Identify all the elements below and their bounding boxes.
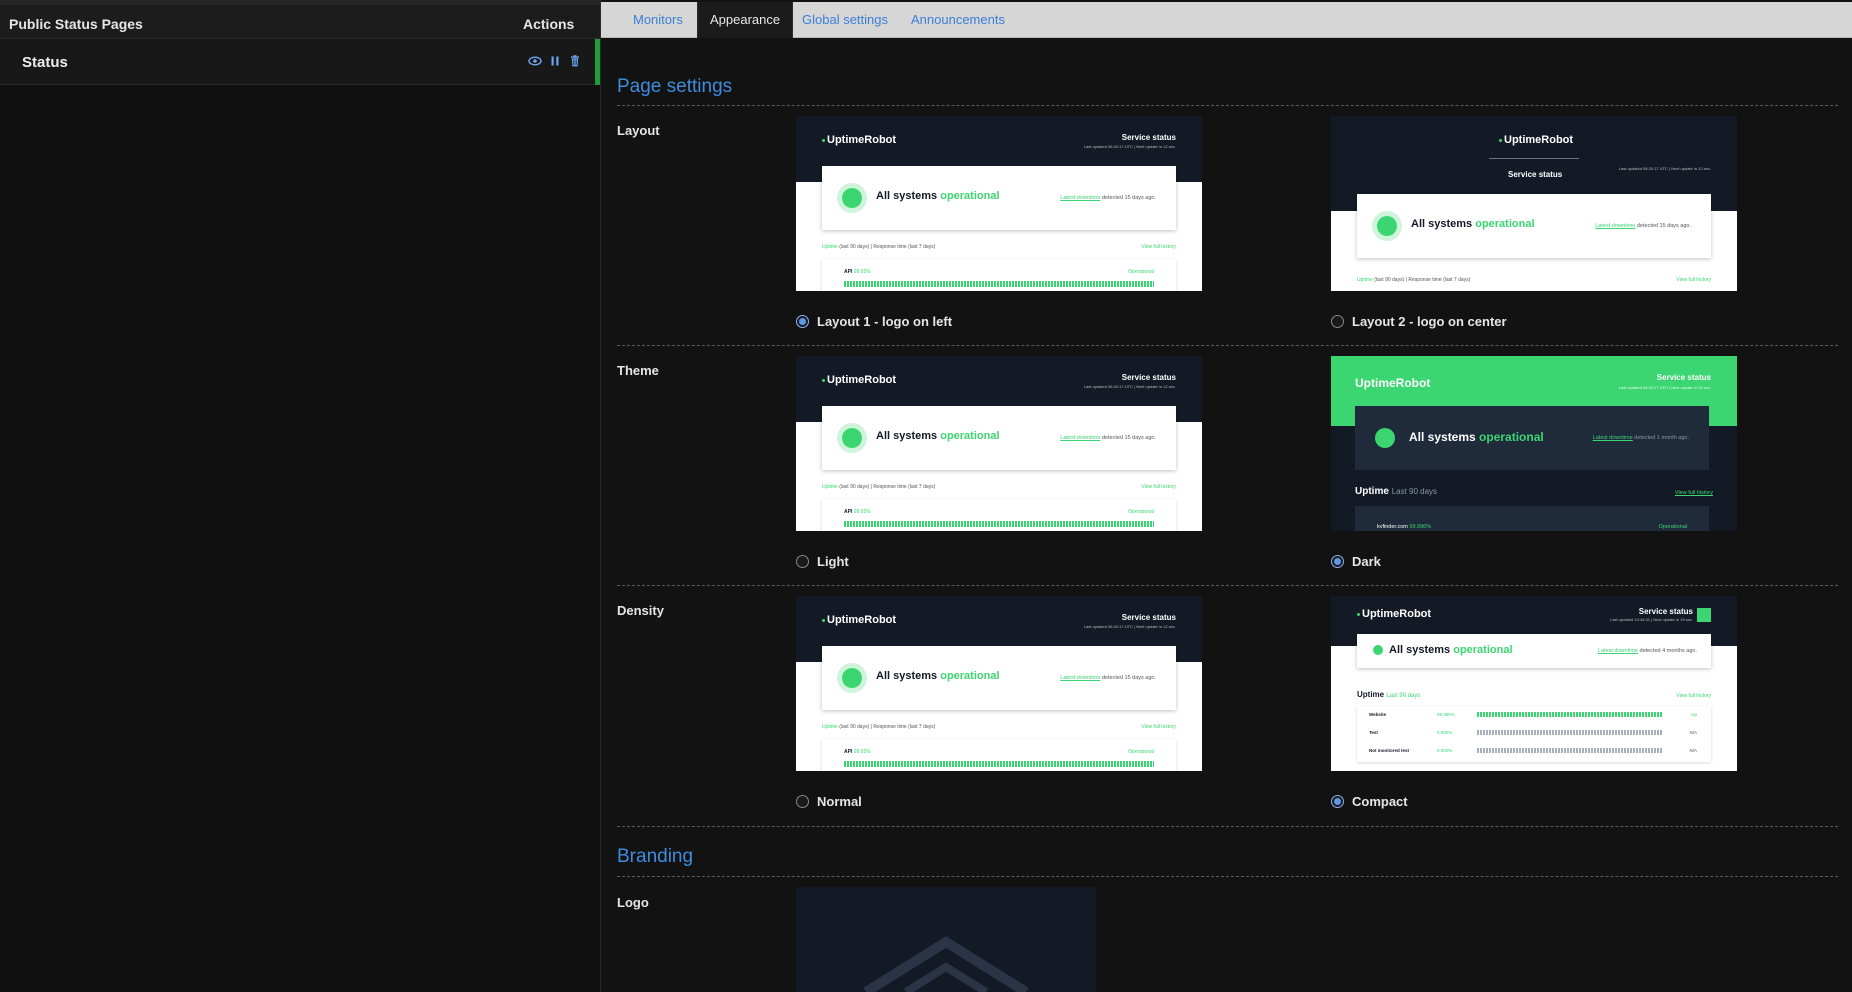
logo-upload-area[interactable] (796, 887, 1096, 992)
density-compact-radio[interactable] (1331, 795, 1344, 808)
tab-appearance[interactable]: Appearance (697, 2, 794, 38)
actions-header: Actions (523, 16, 575, 32)
section-divider (617, 585, 1838, 586)
status-dot-icon (842, 188, 862, 208)
layout-1-preview[interactable]: UptimeRobot Service status Last updated … (796, 116, 1202, 291)
density-normal-label: Normal (817, 794, 862, 809)
preview-last-updated: Last updated 08:20:17 UTC | Next update … (1083, 144, 1176, 149)
status-page-row[interactable]: Status (0, 39, 600, 85)
theme-light-label: Light (817, 554, 849, 569)
layout-1-radio[interactable] (796, 315, 809, 328)
theme-light-preview[interactable]: UptimeRobot Service status Last updated … (796, 356, 1202, 531)
layout-2-label: Layout 2 - logo on center (1352, 314, 1507, 329)
page-settings-title: Page settings (617, 76, 733, 97)
density-compact-preview[interactable]: UptimeRobot Service status Last updated … (1331, 596, 1737, 771)
theme-dark-label: Dark (1352, 554, 1381, 569)
section-divider (617, 876, 1838, 877)
layout-1-label: Layout 1 - logo on left (817, 314, 953, 329)
theme-dark-preview[interactable]: UptimeRobot Service status Last updated … (1331, 356, 1737, 531)
status-pages-panel: Public Status Pages Actions Status (0, 0, 601, 992)
preview-service-status: Service status (1121, 133, 1176, 142)
layout-2-radio[interactable] (1331, 315, 1344, 328)
eye-icon[interactable] (528, 54, 542, 68)
density-normal-radio[interactable] (796, 795, 809, 808)
branding-title: Branding (617, 846, 694, 867)
compact-badge (1697, 608, 1711, 622)
preview-logo: UptimeRobot (827, 134, 897, 146)
tab-bar: Monitors Appearance Global settings Anno… (601, 2, 1852, 38)
theme-label: Theme (617, 363, 659, 378)
logo-placeholder-icon (863, 936, 1029, 992)
layout-label: Layout (617, 123, 660, 138)
section-divider (617, 826, 1838, 827)
settings-panel: Monitors Appearance Global settings Anno… (601, 0, 1852, 992)
panel-title: Public Status Pages (9, 16, 143, 32)
tab-announcements[interactable]: Announcements (911, 2, 1005, 38)
panel-header: Public Status Pages Actions (0, 5, 600, 39)
trash-icon[interactable] (568, 54, 582, 68)
layout-2-preview[interactable]: UptimeRobot Service status Last updated … (1331, 116, 1737, 291)
section-divider (617, 345, 1838, 346)
section-divider (617, 105, 1838, 106)
density-normal-preview[interactable]: UptimeRobot Service status Last updated … (796, 596, 1202, 771)
density-compact-label: Compact (1352, 794, 1408, 809)
pause-icon[interactable] (548, 54, 562, 68)
status-page-name: Status (22, 54, 68, 71)
logo-label: Logo (617, 895, 649, 910)
density-label: Density (617, 603, 664, 618)
app-root: Public Status Pages Actions Status Monit… (0, 0, 1852, 992)
theme-light-radio[interactable] (796, 555, 809, 568)
tab-global-settings[interactable]: Global settings (802, 2, 888, 38)
theme-dark-radio[interactable] (1331, 555, 1344, 568)
